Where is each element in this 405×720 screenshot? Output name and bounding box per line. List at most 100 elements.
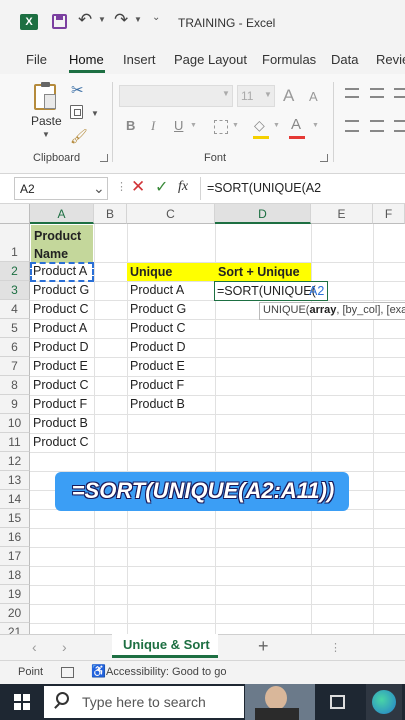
customize-toolbar-icon[interactable]: ⌄ [152, 12, 160, 23]
cell-a6[interactable]: Product D [30, 338, 89, 356]
formula-bar-more-icon[interactable]: ⋮ [116, 180, 127, 193]
windows-start-icon[interactable] [14, 694, 30, 710]
add-sheet-icon[interactable]: + [258, 636, 269, 657]
cell-a9[interactable]: Product F [30, 395, 87, 413]
format-painter-icon[interactable]: 🖌 [70, 128, 88, 145]
row-header-2[interactable]: 2 [0, 262, 30, 281]
tab-formulas[interactable]: Formulas [262, 52, 316, 67]
sheet-tab-active[interactable]: Unique & Sort [112, 634, 218, 658]
row-header-15[interactable]: 15 [0, 509, 30, 528]
tab-review[interactable]: Revie [376, 52, 405, 67]
tab-split-handle[interactable]: ⋮ [330, 641, 341, 654]
cell-c5[interactable]: Product C [127, 319, 186, 337]
col-header-a[interactable]: A [30, 204, 94, 224]
row-header-14[interactable]: 14 [0, 490, 30, 509]
align-left-icon[interactable] [345, 120, 359, 132]
macro-record-icon[interactable] [61, 667, 74, 678]
accessibility-status[interactable]: Accessibility: Good to go [106, 666, 226, 678]
align-right-icon[interactable] [394, 120, 405, 132]
taskbar-search-box[interactable]: Type here to search [44, 686, 244, 718]
task-view-icon[interactable] [330, 695, 345, 709]
row-header-11[interactable]: 11 [0, 433, 30, 452]
fill-color-icon[interactable]: ◇ [254, 117, 265, 134]
row-header-6[interactable]: 6 [0, 338, 30, 357]
formula-input[interactable]: =SORT(UNIQUE(A2 [207, 181, 321, 195]
cell-d3-editing[interactable]: =SORT(UNIQUE( A2 [214, 281, 328, 301]
undo-dropdown-icon[interactable]: ▼ [98, 15, 106, 24]
worksheet-grid[interactable]: ABCDEF 1 2 3 4 5 6 7 8 9 10 11 12 13 14 15 16 17 18 19 20 21… [0, 204, 405, 634]
redo-icon[interactable]: ↷ [114, 10, 128, 30]
row-header-17[interactable]: 17 [0, 547, 30, 566]
name-box[interactable]: A2 ⌄ [14, 177, 108, 200]
align-bottom-icon[interactable] [394, 88, 405, 98]
undo-icon[interactable]: ↶ [78, 10, 92, 30]
fill-dropdown-icon[interactable]: ▼ [273, 122, 280, 129]
col-header-b[interactable]: B [94, 204, 127, 224]
cell-a7[interactable]: Product E [30, 357, 88, 375]
paste-dropdown-icon[interactable]: ▼ [42, 130, 50, 139]
cancel-icon[interactable]: ✕ [131, 177, 145, 197]
cell-a5[interactable]: Product A [30, 319, 87, 337]
row-header-16[interactable]: 16 [0, 528, 30, 547]
insert-function-icon[interactable]: fx [178, 179, 188, 195]
row-header-3[interactable]: 3 [0, 281, 30, 300]
row-header-19[interactable]: 19 [0, 585, 30, 604]
row-header-12[interactable]: 12 [0, 452, 30, 471]
font-color-icon[interactable]: A [291, 116, 301, 133]
cell-a11[interactable]: Product C [30, 433, 89, 451]
borders-icon[interactable] [214, 120, 228, 134]
tab-file[interactable]: File [26, 52, 47, 67]
align-top-icon[interactable] [345, 88, 359, 98]
accessibility-icon[interactable]: ♿ [91, 664, 106, 678]
clipboard-launcher-icon[interactable] [100, 154, 108, 162]
row-header-18[interactable]: 18 [0, 566, 30, 585]
italic-button[interactable]: I [151, 118, 155, 134]
tab-home[interactable]: Home [69, 52, 104, 67]
row-header-20[interactable]: 20 [0, 604, 30, 623]
underline-dropdown-icon[interactable]: ▼ [190, 122, 197, 129]
cell-c7[interactable]: Product E [127, 357, 185, 375]
col-header-e[interactable]: E [311, 204, 373, 224]
row-header-9[interactable]: 9 [0, 395, 30, 414]
row-header-21[interactable]: 21 [0, 623, 30, 634]
font-size-select[interactable]: 11 ▼ [237, 85, 275, 107]
font-name-select[interactable] [119, 85, 233, 107]
row-header-1[interactable]: 1 [0, 224, 30, 262]
row-header-10[interactable]: 10 [0, 414, 30, 433]
tab-page-layout[interactable]: Page Layout [174, 52, 247, 67]
enter-icon[interactable]: ✓ [155, 177, 168, 197]
paste-button[interactable]: Paste ▼ [30, 82, 64, 140]
borders-dropdown-icon[interactable]: ▼ [232, 122, 239, 129]
cell-c4[interactable]: Product G [127, 300, 186, 318]
row-header-7[interactable]: 7 [0, 357, 30, 376]
font-launcher-icon[interactable] [320, 154, 328, 162]
sheet-prev-icon[interactable]: ‹ [32, 639, 37, 655]
cell-a8[interactable]: Product C [30, 376, 89, 394]
row-header-4[interactable]: 4 [0, 300, 30, 319]
bold-button[interactable]: B [126, 118, 135, 133]
cell-c3[interactable]: Product A [127, 281, 184, 299]
row-header-5[interactable]: 5 [0, 319, 30, 338]
align-center-icon[interactable] [370, 120, 384, 132]
shrink-font-icon[interactable]: A [309, 89, 318, 104]
cell-a4[interactable]: Product C [30, 300, 89, 318]
grow-font-icon[interactable]: A [283, 86, 294, 106]
col-header-d[interactable]: D [215, 204, 311, 224]
row-header-13[interactable]: 13 [0, 471, 30, 490]
sheet-next-icon[interactable]: › [62, 639, 67, 655]
tab-data[interactable]: Data [331, 52, 358, 67]
cell-c6[interactable]: Product D [127, 338, 186, 356]
copy-icon[interactable] [70, 105, 83, 119]
cell-c8[interactable]: Product F [127, 376, 184, 394]
font-name-dropdown-icon[interactable]: ▼ [222, 89, 230, 98]
copy-dropdown-icon[interactable]: ▼ [91, 109, 99, 118]
tab-insert[interactable]: Insert [123, 52, 156, 67]
cut-icon[interactable]: ✂ [71, 81, 84, 99]
underline-button[interactable]: U [174, 118, 183, 133]
save-icon[interactable] [52, 14, 67, 29]
col-header-f[interactable]: F [373, 204, 405, 224]
redo-dropdown-icon[interactable]: ▼ [134, 15, 142, 24]
cell-c9[interactable]: Product B [127, 395, 185, 413]
align-middle-icon[interactable] [370, 88, 384, 98]
cell-a10[interactable]: Product B [30, 414, 88, 432]
